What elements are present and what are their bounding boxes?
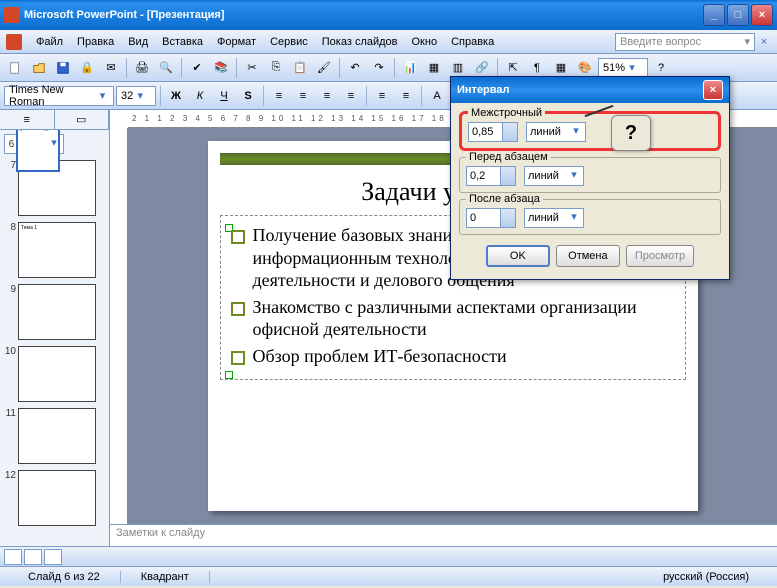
research-button[interactable]: 📚 (210, 57, 232, 79)
slide-thumbnail[interactable]: 8Тема 1 (4, 222, 105, 278)
minimize-button[interactable]: _ (703, 4, 725, 26)
ok-button[interactable]: OK (486, 245, 550, 267)
status-slide-number: Слайд 6 из 22 (8, 571, 121, 583)
titlebar: Microsoft PowerPoint - [Презентация] _ □… (0, 0, 777, 30)
spelling-button[interactable]: ✔ (186, 57, 208, 79)
menu-window[interactable]: Окно (406, 34, 444, 50)
preview-button[interactable]: 🔍 (155, 57, 177, 79)
slides-tab[interactable]: ▭ (55, 110, 110, 129)
menu-file[interactable]: Файл (30, 34, 69, 50)
dialog-close-button[interactable]: × (703, 80, 723, 100)
italic-button[interactable]: К (189, 85, 211, 107)
status-language: русский (Россия) (643, 571, 769, 583)
cancel-button[interactable]: Отмена (556, 245, 620, 267)
open-button[interactable] (28, 57, 50, 79)
window-title: Microsoft PowerPoint - [Презентация] (24, 9, 703, 21)
paste-button[interactable]: 📋 (289, 57, 311, 79)
before-paragraph-group: Перед абзацем 0,2 линий (459, 157, 721, 193)
after-unit[interactable]: линий (524, 208, 584, 228)
slide-thumbnail[interactable]: 6Задачи учебного курса (4, 134, 64, 154)
slide-thumbnail[interactable]: 10 (4, 346, 105, 402)
email-button[interactable]: ✉ (100, 57, 122, 79)
menu-edit[interactable]: Правка (71, 34, 120, 50)
menu-tools[interactable]: Сервис (264, 34, 314, 50)
menu-view[interactable]: Вид (122, 34, 154, 50)
align-center-button[interactable]: ≡ (292, 85, 314, 107)
copy-button[interactable]: ⎘ (265, 57, 287, 79)
maximize-button[interactable]: □ (727, 4, 749, 26)
table-button[interactable]: ▦ (423, 57, 445, 79)
before-value[interactable]: 0,2 (466, 166, 516, 186)
powerpoint-icon (6, 34, 22, 50)
shadow-button[interactable]: S (237, 85, 259, 107)
close-button[interactable]: × (751, 4, 773, 26)
dialog-titlebar[interactable]: Интервал × (451, 77, 729, 103)
after-legend: После абзаца (466, 193, 543, 205)
bullet-item[interactable]: Знакомство с различными аспектами органи… (225, 296, 681, 341)
menu-help[interactable]: Справка (445, 34, 500, 50)
bullets-button[interactable]: ≡ (395, 85, 417, 107)
status-layout: Квадрант (121, 571, 210, 583)
cut-button[interactable]: ✂ (241, 57, 263, 79)
permission-button[interactable]: 🔒 (76, 57, 98, 79)
before-legend: Перед абзацем (466, 151, 551, 163)
line-spacing-legend: Межстрочный (468, 107, 545, 119)
menu-format[interactable]: Формат (211, 34, 262, 50)
help-callout: ? (611, 115, 651, 151)
undo-button[interactable]: ↶ (344, 57, 366, 79)
view-buttons (0, 546, 777, 566)
redo-button[interactable]: ↷ (368, 57, 390, 79)
zoom-combo[interactable]: 51%▾ (598, 58, 648, 78)
vertical-ruler (110, 128, 128, 524)
app-icon (4, 7, 20, 23)
menu-insert[interactable]: Вставка (156, 34, 209, 50)
slide-thumbnail[interactable]: 9 (4, 284, 105, 340)
before-unit[interactable]: линий (524, 166, 584, 186)
normal-view-button[interactable] (4, 549, 22, 565)
dialog-title: Интервал (457, 84, 510, 96)
menu-slideshow[interactable]: Показ слайдов (316, 34, 404, 50)
format-painter-button[interactable]: 🖌 (313, 57, 335, 79)
font-size-combo[interactable]: 32▾ (116, 86, 156, 106)
sorter-view-button[interactable] (24, 549, 42, 565)
print-button[interactable]: 🖨 (131, 57, 153, 79)
bold-button[interactable]: Ж (165, 85, 187, 107)
outline-tab[interactable]: ≡ (0, 110, 55, 129)
menu-close-doc[interactable]: × (757, 36, 771, 48)
slide-thumbnail[interactable]: 11 (4, 408, 105, 464)
thumbnail-panel: ≡ ▭ 6Задачи учебного курса7Структура8Тем… (0, 110, 110, 546)
save-button[interactable] (52, 57, 74, 79)
align-right-button[interactable]: ≡ (316, 85, 338, 107)
preview-button[interactable]: Просмотр (626, 245, 694, 267)
increase-font-button[interactable]: A (426, 85, 448, 107)
underline-button[interactable]: Ч (213, 85, 235, 107)
chart-button[interactable]: 📊 (399, 57, 421, 79)
slideshow-view-button[interactable] (44, 549, 62, 565)
notes-pane[interactable]: Заметки к слайду (110, 524, 777, 546)
line-spacing-dialog: Интервал × Межстрочный 0,85 линий Перед … (450, 76, 730, 280)
help-search-input[interactable]: Введите вопрос▾ (615, 33, 755, 51)
font-combo[interactable]: Times New Roman▾ (4, 86, 114, 106)
line-spacing-group: Межстрочный 0,85 линий (459, 111, 721, 151)
bullet-item[interactable]: Обзор проблем ИТ-безопасности (225, 345, 681, 368)
slide-thumbnail[interactable]: 12 (4, 470, 105, 526)
after-paragraph-group: После абзаца 0 линий (459, 199, 721, 235)
line-spacing-value[interactable]: 0,85 (468, 122, 518, 142)
new-button[interactable] (4, 57, 26, 79)
menubar: Файл Правка Вид Вставка Формат Сервис По… (0, 30, 777, 54)
statusbar: Слайд 6 из 22 Квадрант русский (Россия) (0, 566, 777, 586)
line-spacing-unit[interactable]: линий (526, 122, 586, 142)
align-justify-button[interactable]: ≡ (340, 85, 362, 107)
numbering-button[interactable]: ≡ (371, 85, 393, 107)
align-left-button[interactable]: ≡ (268, 85, 290, 107)
after-value[interactable]: 0 (466, 208, 516, 228)
